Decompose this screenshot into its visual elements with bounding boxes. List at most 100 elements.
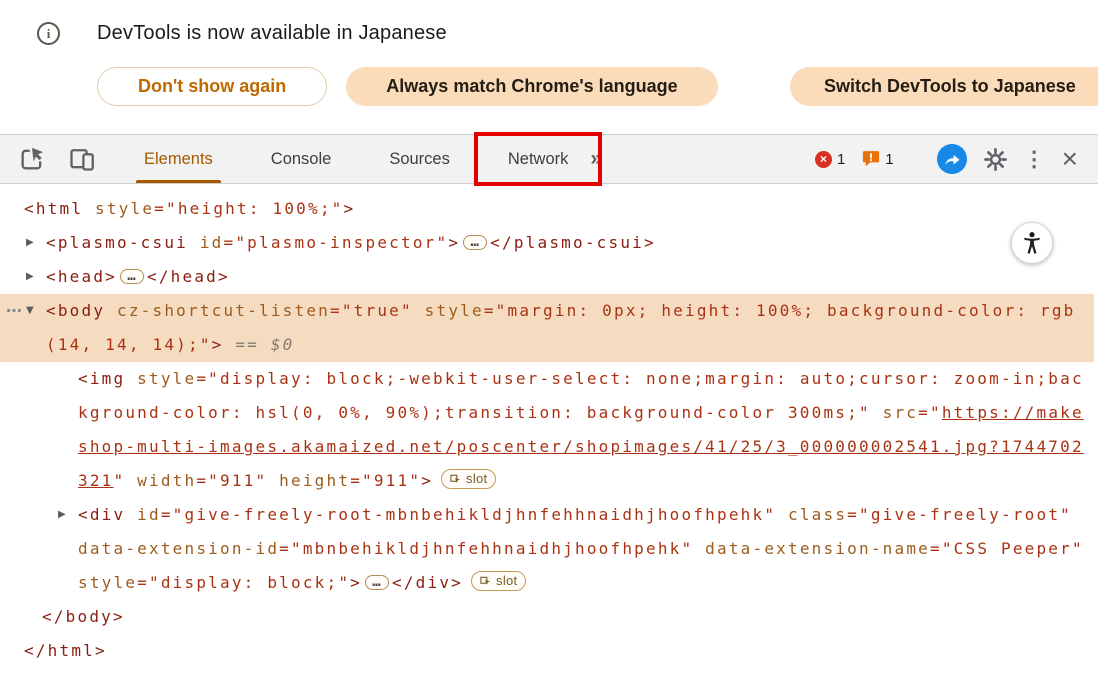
slot-badge[interactable]: slot <box>471 571 526 591</box>
dom-token-val: ="give-freely-root-mbnbehikldjhnfehhnaid… <box>161 505 776 524</box>
dom-tree-line[interactable]: </body> <box>0 600 1094 634</box>
issue-count: 1 <box>885 151 893 168</box>
dom-token-attr: data-extension-name <box>693 539 930 558</box>
more-tabs-button[interactable]: » <box>590 147 602 171</box>
customize-menu-button[interactable]: ⋮ <box>1024 147 1045 172</box>
tab-sources[interactable]: Sources <box>373 135 466 183</box>
issue-count-button[interactable]: 1 <box>862 150 893 168</box>
panel-tabs: Elements Console Sources Network <box>128 135 584 183</box>
dom-token-attr: width <box>125 471 196 490</box>
dom-token-marker: == $0 <box>224 335 295 354</box>
expand-arrow-icon[interactable]: ▶ <box>58 498 66 532</box>
dom-token-val: ="CSS Peeper" <box>930 539 1084 558</box>
extension-toolbar-icon[interactable] <box>937 144 967 174</box>
inline-expand-button[interactable]: … <box>120 269 144 284</box>
tab-elements-label: Elements <box>144 150 213 169</box>
dom-token-tag: </html> <box>24 641 107 660</box>
tab-network[interactable]: Network <box>492 135 585 183</box>
dom-token-attr: id <box>188 233 224 252</box>
dom-token-attr: data-extension-id <box>78 539 279 558</box>
dom-token-tag: > <box>448 233 460 252</box>
inspect-cursor-icon <box>18 145 46 173</box>
dom-tree-line[interactable]: …▼<body cz-shortcut-listen="true" style=… <box>0 294 1094 362</box>
device-toolbar-icon <box>68 145 96 173</box>
match-chrome-language-button[interactable]: Always match Chrome's language <box>346 67 717 106</box>
dom-token-tag: <plasmo-csui <box>46 233 188 252</box>
language-banner: i DevTools is now available in Japanese … <box>0 0 1098 134</box>
inline-expand-button[interactable]: … <box>365 575 389 590</box>
dom-tree-line[interactable]: <img style="display: block;-webkit-user-… <box>0 362 1094 498</box>
expand-arrow-icon[interactable]: ▶ <box>26 226 34 260</box>
error-count-button[interactable]: × 1 <box>815 151 845 168</box>
dom-token-tag: </body> <box>42 607 125 626</box>
dom-token-val: =" <box>918 403 942 422</box>
gutter-overflow-icon[interactable]: … <box>6 290 22 324</box>
dom-token-tag: </plasmo-csui> <box>490 233 656 252</box>
dom-token-tag: > <box>421 471 433 490</box>
dom-token-tag: <html <box>24 199 83 218</box>
dom-token-tag: </head> <box>147 267 230 286</box>
dom-tree-line[interactable]: ▶ <plasmo-csui id="plasmo-inspector">…</p… <box>0 226 1094 260</box>
dom-token-val: ="give-freely-root" <box>847 505 1072 524</box>
devtools-toolbar: Elements Console Sources Network » × 1 <box>0 134 1098 184</box>
tab-elements[interactable]: Elements <box>128 135 229 183</box>
dom-token-attr: style <box>83 199 154 218</box>
dom-token-val: ="display: block;" <box>137 573 350 592</box>
close-devtools-button[interactable]: × <box>1062 145 1078 173</box>
dom-token-attr: style <box>413 301 484 320</box>
inspect-element-button[interactable] <box>18 145 46 173</box>
error-icon: × <box>815 151 832 168</box>
dom-token-attr: style <box>78 573 137 592</box>
dom-token-attr: height <box>267 471 350 490</box>
dom-token-tag: <div <box>78 505 125 524</box>
devtools-window: i DevTools is now available in Japanese … <box>0 0 1098 688</box>
dom-token-val: ="plasmo-inspector" <box>224 233 449 252</box>
settings-button[interactable] <box>984 148 1007 171</box>
tab-sources-label: Sources <box>389 150 450 169</box>
accessibility-person-icon <box>1019 230 1045 256</box>
dont-show-again-button[interactable]: Don't show again <box>97 67 327 106</box>
tab-console-label: Console <box>271 150 332 169</box>
dom-token-tag: > <box>212 335 224 354</box>
dom-tree-line[interactable]: ▶ <div id="give-freely-root-mbnbehikldjhn… <box>0 498 1094 600</box>
dom-token-tag: </div> <box>392 573 463 592</box>
dom-token-attr: style <box>125 369 196 388</box>
dom-token-val: ="911" <box>350 471 421 490</box>
arrow-icon <box>943 150 961 168</box>
device-toolbar-button[interactable] <box>68 145 96 173</box>
error-x-glyph: × <box>820 153 827 165</box>
dom-token-tag: <body <box>46 301 105 320</box>
slot-badge-label: slot <box>466 472 487 485</box>
info-glyph: i <box>47 26 51 42</box>
toolbar-right-group: × 1 1 <box>815 135 1098 183</box>
info-icon: i <box>37 22 60 45</box>
dom-token-attr: cz-shortcut-listen <box>105 301 330 320</box>
dom-token-val: ="911" <box>196 471 267 490</box>
slot-badge-label: slot <box>496 574 517 587</box>
dom-token-val: " <box>114 471 126 490</box>
dom-token-tag: <img <box>78 369 125 388</box>
dom-tree-line[interactable]: <html style="height: 100%;"> <box>0 192 1094 226</box>
dom-token-val: ="mbnbehikldjhnfehhnaidhjhoofhpehk" <box>279 539 693 558</box>
three-dots-icon: ⋮ <box>1024 147 1045 172</box>
dom-token-tag: <head> <box>46 267 117 286</box>
tab-network-label: Network <box>508 150 569 169</box>
switch-devtools-language-button[interactable]: Switch DevTools to Japanese <box>790 67 1098 106</box>
dom-tree-line[interactable]: ▶ <head>…</head> <box>0 260 1094 294</box>
dom-tree-line[interactable]: </html> <box>0 634 1094 668</box>
slot-badge[interactable]: slot <box>441 469 496 489</box>
dom-token-attr: class <box>776 505 847 524</box>
dom-token-tag: > <box>344 199 356 218</box>
dom-token-val: ="true" <box>330 301 413 320</box>
expand-arrow-icon[interactable]: ▶ <box>26 260 34 294</box>
dom-token-tag: > <box>350 573 362 592</box>
dom-token-attr: id <box>125 505 161 524</box>
collapse-arrow-icon[interactable]: ▼ <box>26 294 34 328</box>
dom-tree: <html style="height: 100%;">▶<plasmo-csu… <box>0 184 1098 688</box>
banner-title: DevTools is now available in Japanese <box>97 22 447 45</box>
gear-icon <box>984 148 1007 171</box>
inline-expand-button[interactable]: … <box>463 235 487 250</box>
accessibility-button[interactable] <box>1011 222 1053 264</box>
tab-console[interactable]: Console <box>255 135 348 183</box>
close-icon: × <box>1062 145 1078 173</box>
